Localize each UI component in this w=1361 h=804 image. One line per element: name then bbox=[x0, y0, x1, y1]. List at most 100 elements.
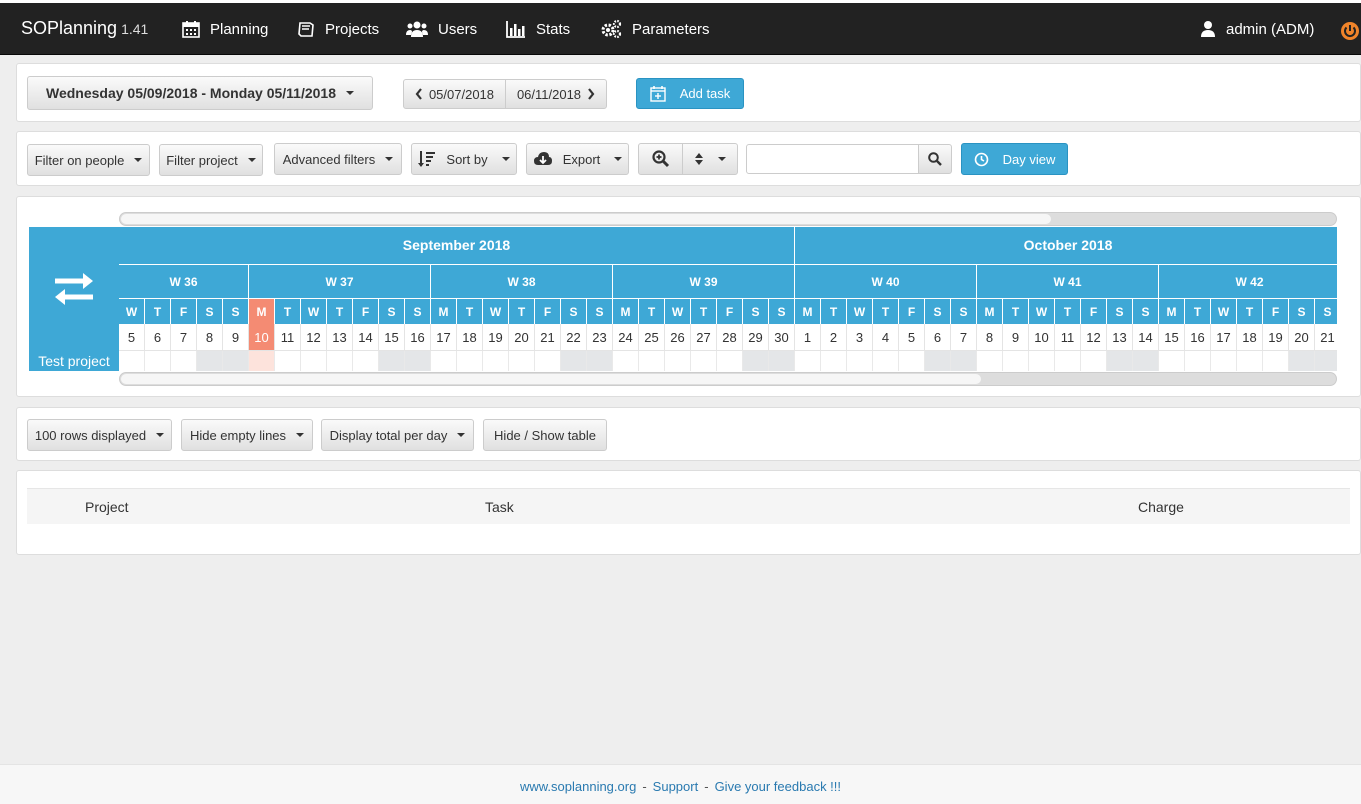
planning-cell[interactable] bbox=[1211, 351, 1237, 371]
column-header-charge[interactable]: Charge bbox=[1138, 499, 1184, 515]
planning-cell[interactable] bbox=[119, 351, 145, 371]
nav-parameters[interactable]: Parameters bbox=[600, 15, 710, 43]
day-number[interactable]: 25 bbox=[639, 324, 665, 351]
planning-cell[interactable] bbox=[431, 351, 457, 371]
planning-cell[interactable] bbox=[145, 351, 171, 371]
nav-users[interactable]: Users bbox=[406, 15, 477, 43]
day-number[interactable]: 30 bbox=[769, 324, 795, 351]
day-number[interactable]: 6 bbox=[145, 324, 171, 351]
day-number[interactable]: 27 bbox=[691, 324, 717, 351]
day-number[interactable]: 20 bbox=[509, 324, 535, 351]
planning-cell[interactable] bbox=[1237, 351, 1263, 371]
planning-cell[interactable] bbox=[587, 351, 613, 371]
planning-cell[interactable] bbox=[327, 351, 353, 371]
day-number[interactable]: 4 bbox=[873, 324, 899, 351]
day-number[interactable]: 5 bbox=[899, 324, 925, 351]
planning-cell[interactable] bbox=[1081, 351, 1107, 371]
user-menu[interactable]: admin (ADM) bbox=[1200, 15, 1314, 43]
scrollbar-thumb[interactable] bbox=[121, 374, 981, 384]
planning-cell[interactable] bbox=[769, 351, 795, 371]
day-number[interactable]: 18 bbox=[1237, 324, 1263, 351]
column-header-task[interactable]: Task bbox=[485, 499, 514, 515]
planning-cell[interactable] bbox=[457, 351, 483, 371]
day-number[interactable]: 23 bbox=[587, 324, 613, 351]
day-number[interactable]: 17 bbox=[1211, 324, 1237, 351]
rows-displayed-dropdown[interactable]: 100 rows displayed bbox=[27, 419, 172, 451]
planning-cell[interactable] bbox=[847, 351, 873, 371]
add-task-button[interactable]: Add task bbox=[636, 78, 744, 109]
footer-support-link[interactable]: Support bbox=[653, 779, 699, 794]
day-number[interactable]: 22 bbox=[561, 324, 587, 351]
day-number[interactable]: 13 bbox=[1107, 324, 1133, 351]
day-number[interactable]: 1 bbox=[795, 324, 821, 351]
prev-period-button[interactable]: 05/07/2018 bbox=[403, 79, 506, 109]
date-range-dropdown[interactable]: Wednesday 05/09/2018 - Monday 05/11/2018 bbox=[27, 76, 373, 110]
day-number[interactable]: 19 bbox=[483, 324, 509, 351]
planning-cell[interactable] bbox=[665, 351, 691, 371]
planning-cell[interactable] bbox=[977, 351, 1003, 371]
day-number[interactable]: 18 bbox=[457, 324, 483, 351]
planning-cell[interactable] bbox=[1055, 351, 1081, 371]
planning-cell[interactable] bbox=[1263, 351, 1289, 371]
advanced-filters-button[interactable]: Advanced filters bbox=[274, 143, 402, 175]
planning-cell[interactable] bbox=[171, 351, 197, 371]
planning-cell[interactable] bbox=[1289, 351, 1315, 371]
day-number[interactable]: 14 bbox=[1133, 324, 1159, 351]
day-view-button[interactable]: Day view bbox=[961, 143, 1068, 175]
day-number[interactable]: 9 bbox=[223, 324, 249, 351]
hide-show-table-button[interactable]: Hide / Show table bbox=[483, 419, 607, 451]
display-total-dropdown[interactable]: Display total per day bbox=[321, 419, 474, 451]
planning-cell[interactable] bbox=[639, 351, 665, 371]
planning-cell[interactable] bbox=[275, 351, 301, 371]
planning-cell[interactable] bbox=[535, 351, 561, 371]
planning-cell[interactable] bbox=[1107, 351, 1133, 371]
day-number[interactable]: 15 bbox=[1159, 324, 1185, 351]
planning-cell[interactable] bbox=[353, 351, 379, 371]
power-icon[interactable] bbox=[1340, 21, 1360, 41]
planning-cell[interactable] bbox=[717, 351, 743, 371]
planning-cell[interactable] bbox=[899, 351, 925, 371]
day-number[interactable]: 15 bbox=[379, 324, 405, 351]
day-number[interactable]: 7 bbox=[951, 324, 977, 351]
planning-cell[interactable] bbox=[873, 351, 899, 371]
planning-cell[interactable] bbox=[379, 351, 405, 371]
day-number[interactable]: 12 bbox=[301, 324, 327, 351]
search-button[interactable] bbox=[918, 144, 952, 174]
day-number[interactable]: 20 bbox=[1289, 324, 1315, 351]
day-number[interactable]: 16 bbox=[405, 324, 431, 351]
nav-stats[interactable]: Stats bbox=[506, 15, 570, 43]
day-number[interactable]: 21 bbox=[535, 324, 561, 351]
top-scrollbar[interactable] bbox=[119, 212, 1337, 226]
planning-cell[interactable] bbox=[1029, 351, 1055, 371]
planning-cell[interactable] bbox=[483, 351, 509, 371]
day-number[interactable]: 7 bbox=[171, 324, 197, 351]
planning-cell[interactable] bbox=[197, 351, 223, 371]
day-number[interactable]: 11 bbox=[275, 324, 301, 351]
planning-cell[interactable] bbox=[1185, 351, 1211, 371]
planning-cell[interactable] bbox=[1159, 351, 1185, 371]
bottom-scrollbar[interactable] bbox=[119, 372, 1337, 386]
day-number[interactable]: 14 bbox=[353, 324, 379, 351]
day-number[interactable]: 19 bbox=[1263, 324, 1289, 351]
planning-cell[interactable] bbox=[691, 351, 717, 371]
planning-cell[interactable] bbox=[951, 351, 977, 371]
planning-cell[interactable] bbox=[743, 351, 769, 371]
day-number[interactable]: 9 bbox=[1003, 324, 1029, 351]
planning-cell[interactable] bbox=[821, 351, 847, 371]
planning-cell[interactable] bbox=[1133, 351, 1159, 371]
planning-cell[interactable] bbox=[223, 351, 249, 371]
filter-people-button[interactable]: Filter on people bbox=[27, 144, 150, 176]
day-number[interactable]: 8 bbox=[977, 324, 1003, 351]
planning-cell[interactable] bbox=[561, 351, 587, 371]
search-input[interactable] bbox=[746, 144, 919, 174]
planning-cell[interactable] bbox=[925, 351, 951, 371]
day-number[interactable]: 21 bbox=[1315, 324, 1337, 351]
day-number[interactable]: 5 bbox=[119, 324, 145, 351]
zoom-button[interactable] bbox=[638, 143, 683, 175]
day-number[interactable]: 10 bbox=[1029, 324, 1055, 351]
planning-cell[interactable] bbox=[795, 351, 821, 371]
day-number[interactable]: 6 bbox=[925, 324, 951, 351]
day-number[interactable]: 10 bbox=[249, 324, 275, 351]
nav-projects[interactable]: Projects bbox=[297, 15, 379, 43]
day-number[interactable]: 26 bbox=[665, 324, 691, 351]
